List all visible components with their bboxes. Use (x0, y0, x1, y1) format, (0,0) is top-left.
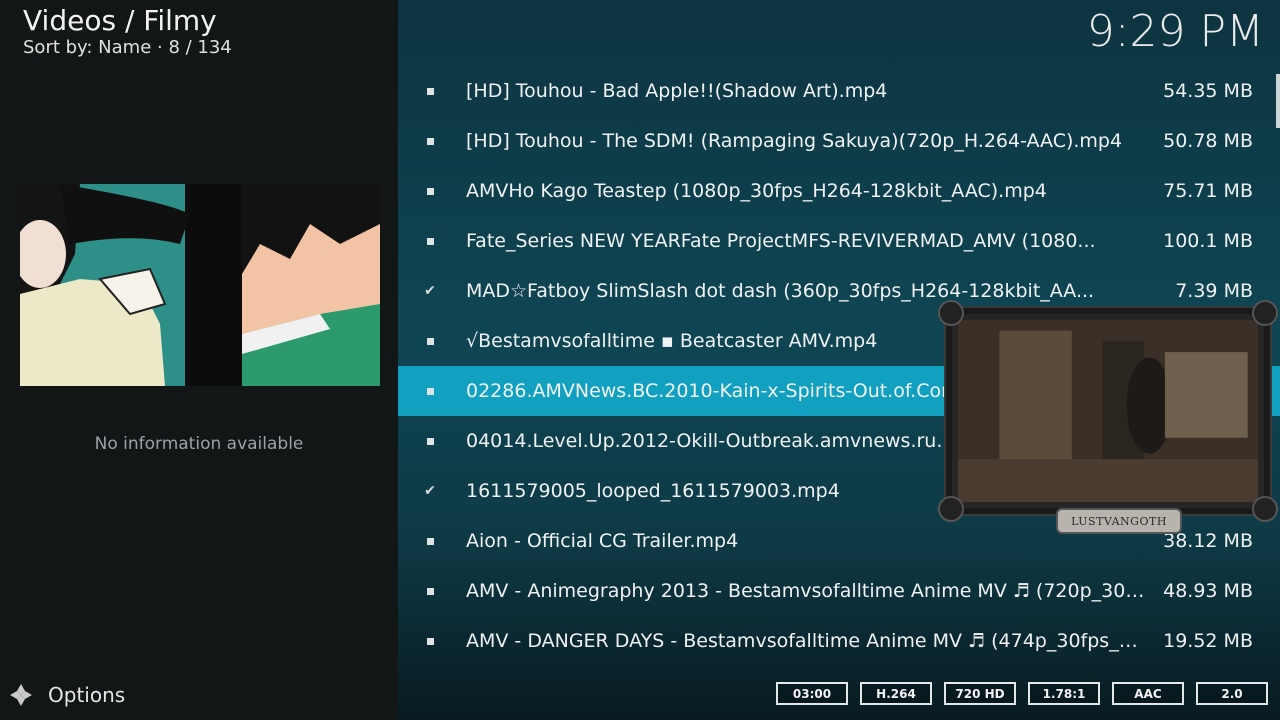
list-item-size: 100.1 MB (1163, 230, 1253, 252)
watched-check-icon: ✔ (424, 483, 436, 499)
list-item-title: Aion - Official CG Trailer.mp4 (466, 530, 739, 552)
clock: 9:29 PM (1086, 6, 1264, 57)
skull-ornament-icon (938, 496, 964, 522)
list-item[interactable]: AMV - Animegraphy 2013 - Bestamvsofallti… (398, 566, 1280, 616)
list-item-title: [HD] Touhou - Bad Apple!!(Shadow Art).mp… (466, 80, 888, 102)
skull-ornament-icon (1252, 496, 1278, 522)
skull-ornament-icon (1252, 300, 1278, 326)
webcam-frame (952, 314, 1264, 508)
webcam-overlay: LUSTVANGOTH (938, 300, 1278, 534)
unwatched-dot-icon (424, 233, 436, 249)
list-item[interactable]: AMVHo Kago Teastep (1080p_30fps_H264-128… (398, 166, 1280, 216)
media-flags: 03:00 H.264 720 HD 1.78:1 AAC 2.0 (776, 682, 1268, 705)
list-item-size: 50.78 MB (1163, 130, 1253, 152)
list-item-size: 75.71 MB (1163, 180, 1253, 202)
list-item-title: AMVHo Kago Teastep (1080p_30fps_H264-128… (466, 180, 1047, 202)
scrollbar[interactable] (1276, 74, 1280, 128)
sort-info[interactable]: Sort by: Name · 8 / 134 (23, 37, 232, 58)
list-item[interactable]: AMV - DANGER DAYS - Bestamvsofalltime An… (398, 616, 1280, 666)
media-flag-badge: 1.78:1 (1028, 682, 1100, 705)
watched-check-icon: ✔ (424, 283, 436, 299)
unwatched-dot-icon (424, 83, 436, 99)
list-item-size: 54.35 MB (1163, 80, 1253, 102)
unwatched-dot-icon (424, 383, 436, 399)
list-item-size: 7.39 MB (1175, 280, 1253, 302)
media-flag-badge: 720 HD (944, 682, 1016, 705)
unwatched-dot-icon (424, 633, 436, 649)
media-flag-badge: H.264 (860, 682, 932, 705)
list-item-title: AMV - Animegraphy 2013 - Bestamvsofallti… (466, 580, 1150, 602)
list-item-size: 19.52 MB (1163, 630, 1253, 652)
list-item-title: [HD] Touhou - The SDM! (Rampaging Sakuya… (466, 130, 1123, 152)
unwatched-dot-icon (424, 533, 436, 549)
list-item-title: AMV - DANGER DAYS - Bestamvsofalltime An… (466, 630, 1150, 652)
media-flag-badge: 03:00 (776, 682, 848, 705)
unwatched-dot-icon (424, 133, 436, 149)
options-button[interactable]: Options (8, 681, 125, 709)
video-thumbnail (20, 184, 380, 386)
options-label: Options (48, 683, 126, 707)
list-item-title: Fate_Series NEW YEARFate ProjectMFS-REVI… (466, 230, 1096, 252)
list-item-size: 48.93 MB (1163, 580, 1253, 602)
list-item[interactable]: [HD] Touhou - The SDM! (Rampaging Sakuya… (398, 116, 1280, 166)
breadcrumb: Videos / Filmy (23, 4, 217, 37)
unwatched-dot-icon (424, 583, 436, 599)
no-info-message: No information available (94, 434, 304, 454)
list-item-title: MAD☆Fatboy SlimSlash dot dash (360p_30fp… (466, 280, 1095, 302)
unwatched-dot-icon (424, 333, 436, 349)
skull-ornament-icon (938, 300, 964, 326)
unwatched-dot-icon (424, 433, 436, 449)
media-flag-badge: 2.0 (1196, 682, 1268, 705)
gear-icon (10, 684, 32, 706)
list-item[interactable]: Fate_Series NEW YEARFate ProjectMFS-REVI… (398, 216, 1280, 266)
list-item[interactable]: [HD] Touhou - Bad Apple!!(Shadow Art).mp… (398, 66, 1280, 116)
media-flag-badge: AAC (1112, 682, 1184, 705)
unwatched-dot-icon (424, 183, 436, 199)
webcam-label: LUSTVANGOTH (1056, 508, 1182, 534)
